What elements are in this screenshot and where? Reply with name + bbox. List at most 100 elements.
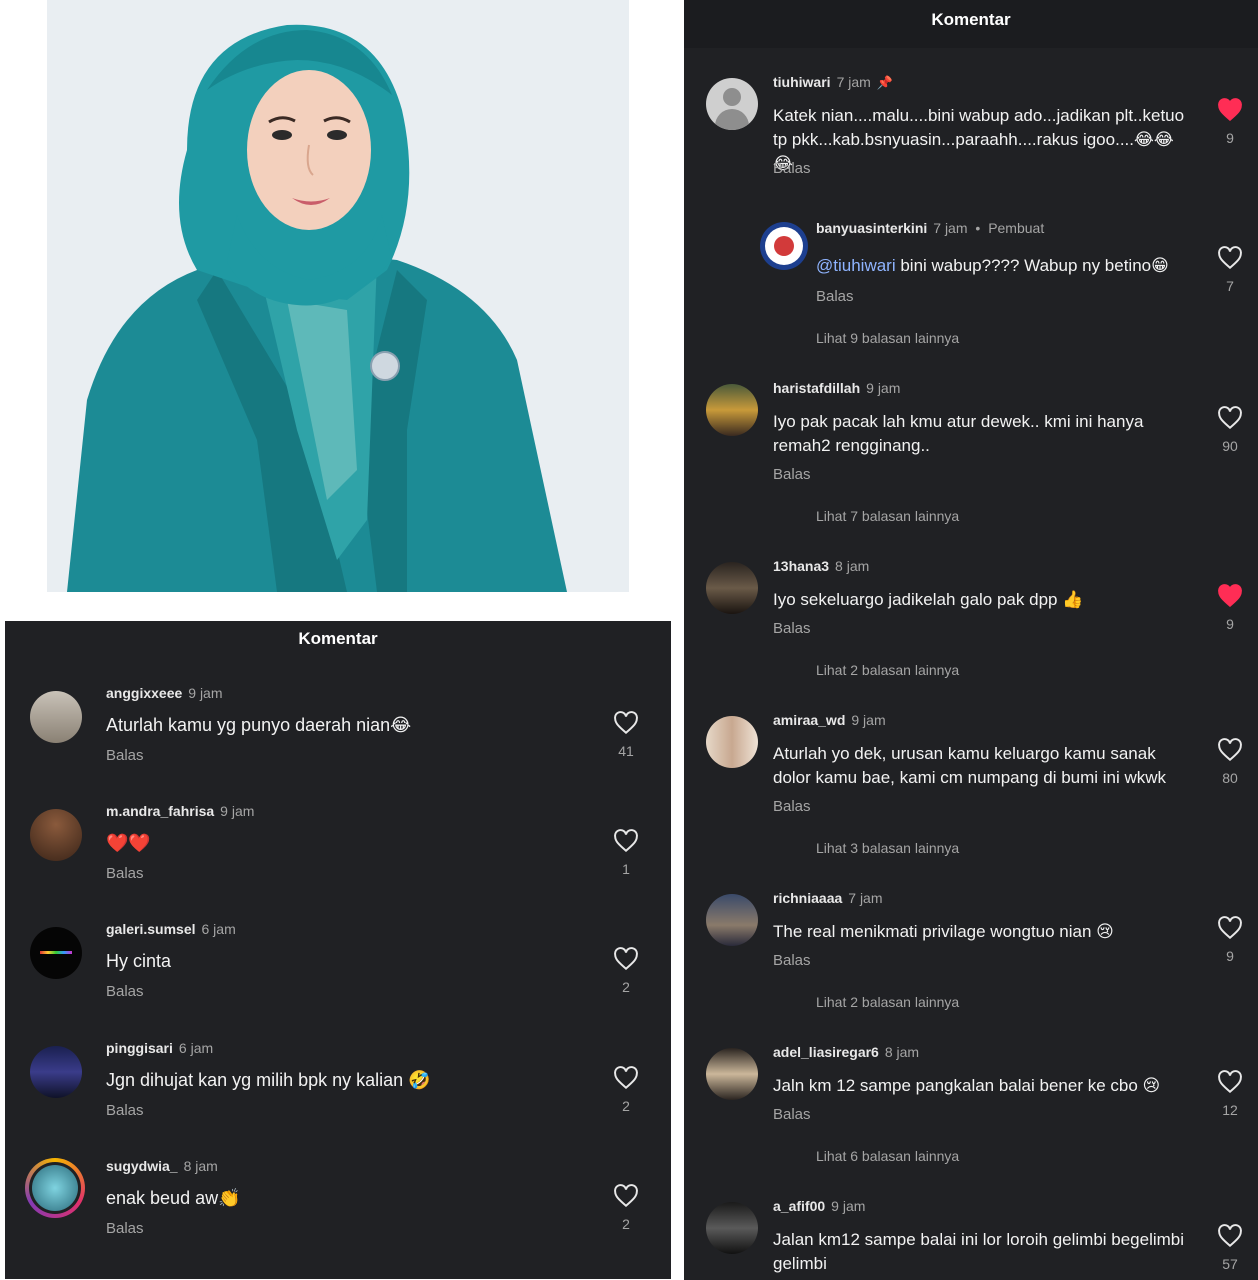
username[interactable]: adel_liasiregar6 [773,1044,879,1060]
avatar-logo [40,951,72,954]
like-count: 7 [1226,278,1234,294]
username[interactable]: haristafdillah [773,380,860,396]
comment-text: @tiuhiwari bini wabup???? Wabup ny betin… [816,256,1169,275]
reply-button[interactable]: Balas [773,466,811,483]
reply-button[interactable]: Balas [106,865,144,882]
username[interactable]: 13hana3 [773,558,829,574]
timestamp: 6 jam [201,921,236,937]
reply-button[interactable]: Balas [106,983,144,1000]
panel-title: Komentar [298,629,378,648]
timestamp: 7 jam [836,74,871,90]
like-count: 80 [1222,770,1238,786]
like-button[interactable]: 2 [611,1066,641,1114]
like-button[interactable]: 2 [611,1184,641,1232]
timestamp: 9 jam [831,1198,866,1214]
view-more-replies[interactable]: Lihat 9 balasan lainnya [816,330,959,346]
mention-link[interactable]: @tiuhiwari [816,256,896,275]
heart-icon [614,829,638,853]
comment-text: Jalan km12 sampe balai ini lor loroih ge… [773,1230,1185,1273]
like-count: 12 [1222,1102,1238,1118]
avatar[interactable] [706,894,758,946]
heart-icon [1218,246,1242,270]
comment-text: Hy cinta [106,951,172,971]
like-button[interactable]: 1 [611,829,641,877]
comment-text: Iyo sekeluargo jadikelah galo pak dpp 👍 [773,590,1084,609]
reply-button[interactable]: Balas [773,798,811,815]
view-more-replies[interactable]: Lihat 3 balasan lainnya [816,840,959,856]
timestamp: 6 jam [178,1040,214,1056]
timestamp: 9 jam [220,803,255,819]
heart-icon [614,1066,638,1090]
comment-text: Aturlah kamu yg punyo daerah nian😂 [106,715,412,735]
reply-button[interactable]: Balas [773,1106,811,1123]
like-button[interactable]: 7 [1215,246,1245,294]
panel-title: Komentar [931,10,1011,29]
like-count: 9 [1226,130,1234,146]
reply-button[interactable]: Balas [106,747,144,764]
comment-text: Jaln km 12 sampe pangkalan balai bener k… [773,1076,1161,1095]
like-count: 1 [622,861,630,877]
heart-icon [1218,1070,1242,1094]
comment-text: The real menikmati privilage wongtuo nia… [773,922,1114,941]
username[interactable]: m.andra_fahrisa [106,803,214,819]
view-more-replies[interactable]: Lihat 2 balasan lainnya [816,994,959,1010]
username[interactable]: pinggisari [106,1040,173,1056]
avatar[interactable] [706,384,758,436]
username[interactable]: galeri.sumsel [106,921,196,937]
avatar[interactable] [30,691,82,743]
avatar [32,1165,78,1211]
username[interactable]: tiuhiwari [773,74,831,90]
reply-button[interactable]: Balas [773,952,811,969]
reply-button[interactable]: Balas [773,160,811,177]
timestamp: 9 jam [866,380,901,396]
avatar[interactable] [706,1202,758,1254]
username[interactable]: anggixxeee [106,685,182,701]
heart-icon [1218,738,1242,762]
username[interactable]: sugydwia_ [106,1158,178,1174]
comment-text: ❤️❤️ [106,833,151,853]
view-more-replies[interactable]: Lihat 6 balasan lainnya [816,1148,959,1164]
timestamp: 7 jam [933,220,968,236]
heart-icon [1218,406,1242,430]
username[interactable]: a_afif00 [773,1198,825,1214]
timestamp: 7 jam [848,890,883,906]
avatar[interactable] [706,1048,758,1100]
like-button[interactable]: 57 [1215,1224,1245,1272]
avatar[interactable] [30,927,82,979]
avatar[interactable] [706,716,758,768]
heart-icon [614,1184,638,1208]
username[interactable]: richniaaaa [773,890,842,906]
profile-photo [47,0,629,592]
avatar[interactable] [30,809,82,861]
heart-icon [1218,916,1242,940]
timestamp: 8 jam [884,1044,920,1060]
like-button[interactable]: 9 [1215,98,1245,146]
like-button[interactable]: 9 [1215,916,1245,964]
heart-filled-icon [1218,98,1242,122]
username[interactable]: amiraa_wd [773,712,845,728]
like-button[interactable]: 41 [611,711,641,759]
heart-icon [614,947,638,971]
avatar-default[interactable] [706,78,758,130]
reply-button[interactable]: Balas [816,288,854,305]
like-button[interactable]: 2 [611,947,641,995]
reply-button[interactable]: Balas [773,620,811,637]
reply-button[interactable]: Balas [106,1220,144,1237]
username[interactable]: banyuasinterkini [816,220,927,236]
like-button[interactable]: 12 [1215,1070,1245,1118]
view-more-replies[interactable]: Lihat 2 balasan lainnya [816,662,959,678]
view-more-replies[interactable]: Lihat 7 balasan lainnya [816,508,959,524]
avatar[interactable] [30,1046,82,1098]
reply-button[interactable]: Balas [106,1102,144,1119]
avatar[interactable] [706,562,758,614]
avatar-story-ring[interactable] [25,1158,85,1218]
timestamp: 8 jam [183,1158,218,1174]
like-count: 57 [1222,1256,1238,1272]
like-count: 9 [1226,616,1234,632]
avatar-logo[interactable] [760,222,808,270]
like-button[interactable]: 9 [1215,584,1245,632]
comment-text: Aturlah yo dek, urusan kamu keluargo kam… [773,744,1167,787]
like-button[interactable]: 80 [1215,738,1245,786]
like-button[interactable]: 90 [1215,406,1245,454]
timestamp: 9 jam [851,712,886,728]
